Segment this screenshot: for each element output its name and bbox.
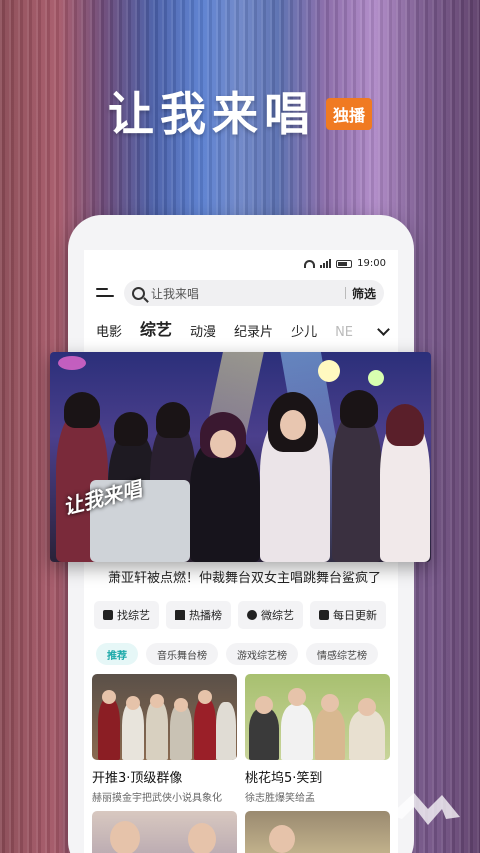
card-thumbnail[interactable] [92,811,237,853]
stage-light [58,356,86,370]
stage-light [368,370,384,386]
search-icon [132,286,145,300]
battery-icon [336,259,353,268]
performer-hair [156,402,190,438]
pill-music-stage[interactable]: 音乐舞台榜 [146,643,218,665]
cast-face [269,825,295,853]
content-card[interactable]: 开推3·顶级群像 赫丽摸金宇把武侠小说具象化 [92,674,237,804]
card-title: 桃花坞5·笑到 [245,771,323,786]
shortcut-label: 找综艺 [117,609,150,622]
tab-documentary[interactable]: 纪录片 [234,321,273,340]
shortcut-daily-update[interactable]: 每日更新 [310,601,386,629]
cast-face [150,694,164,708]
performer-face [210,430,236,458]
cast-figure [98,698,120,760]
cast-figure [249,708,279,760]
cast-face [174,698,188,712]
wifi-icon [304,259,316,268]
performer-face [280,410,306,440]
status-bar: 19:00 [304,258,386,269]
cast-face [358,698,376,716]
card-thumbnail[interactable] [245,811,390,853]
performer-hair [340,390,378,428]
podium-icon [175,610,185,620]
pill-recommended[interactable]: 推荐 [96,643,138,665]
promo-title: 让我来唱 [107,87,316,141]
infinity-icon [247,610,257,620]
search-divider [344,287,346,299]
cast-face [110,821,140,853]
tab-variety[interactable]: 综艺 [140,316,172,340]
shortcut-label: 微综艺 [261,609,294,622]
grid-icon [103,610,113,620]
cast-face [198,690,212,704]
watermark-logo-icon [390,793,460,825]
card-title: 开推3·顶级群像 [92,771,183,786]
cast-face [102,690,116,704]
cast-face [188,823,216,853]
search-bar[interactable]: 让我来唱 筛选 [124,280,384,306]
cast-face [288,688,306,706]
filter-button[interactable]: 筛选 [352,285,376,302]
content-cards: 开推3·顶级群像 赫丽摸金宇把武侠小说具象化 桃花坞5·笑到 徐志胜爆笑给孟 [92,674,398,804]
cast-face [126,696,140,710]
performer-hair [386,404,424,446]
tab-anime[interactable]: 动漫 [190,321,216,340]
cast-figure [281,704,313,760]
tab-kids[interactable]: 少儿 [291,321,317,340]
status-time: 19:00 [357,258,386,269]
cast-figure [349,710,385,760]
performer-hair [114,412,148,446]
tv-icon [319,610,329,620]
cast-figure [146,700,168,760]
shortcut-label: 每日更新 [333,609,377,622]
shortcut-micro-variety[interactable]: 微综艺 [238,601,303,629]
shortcut-find-variety[interactable]: 找综艺 [94,601,159,629]
signal-icon [320,259,332,268]
pill-game-variety[interactable]: 游戏综艺榜 [226,643,298,665]
shortcut-hot-ranking[interactable]: 热播榜 [166,601,231,629]
cast-figure [122,702,144,760]
cast-face [321,694,339,712]
tab-movie[interactable]: 电影 [96,321,122,340]
chevron-down-icon[interactable] [377,323,390,336]
cast-figure [315,708,345,760]
hero-banner[interactable]: 让我来唱 [50,352,431,562]
content-card[interactable]: 桃花坞5·笑到 徐志胜爆笑给孟 [245,674,390,804]
promo-headline: 让我来唱 独播 [0,78,480,144]
top-bar: 让我来唱 筛选 [96,280,384,306]
card-thumbnail [245,674,390,760]
category-tabs: 电影 综艺 动漫 纪录片 少儿 NE [96,316,390,340]
card-subtitle: 徐志胜爆笑给孟 [245,793,315,804]
hero-caption[interactable]: 萧亚轩被点燃！仲裁舞台双女主唱跳舞台鲨疯了 [108,567,408,586]
exclusive-badge: 独播 [325,98,372,130]
search-placeholder[interactable]: 让我来唱 [151,285,339,302]
shortcut-label: 热播榜 [189,609,222,622]
filter-pills: 推荐 音乐舞台榜 游戏综艺榜 情感综艺榜 [96,643,400,665]
cast-figure [216,702,236,760]
content-cards-row-2 [92,811,398,853]
performer-hair [64,392,100,428]
card-subtitle: 赫丽摸金宇把武侠小说具象化 [92,793,222,804]
tab-ne[interactable]: NE [335,325,353,340]
cast-figure [170,704,192,760]
cast-figure [194,698,216,760]
shortcut-row: 找综艺 热播榜 微综艺 每日更新 [94,601,408,629]
cast-face [255,696,273,714]
pill-romance-variety[interactable]: 情感综艺榜 [306,643,378,665]
card-thumbnail [92,674,237,760]
menu-icon[interactable] [96,286,114,300]
performer-figure [332,412,382,562]
stage-light [318,360,340,382]
